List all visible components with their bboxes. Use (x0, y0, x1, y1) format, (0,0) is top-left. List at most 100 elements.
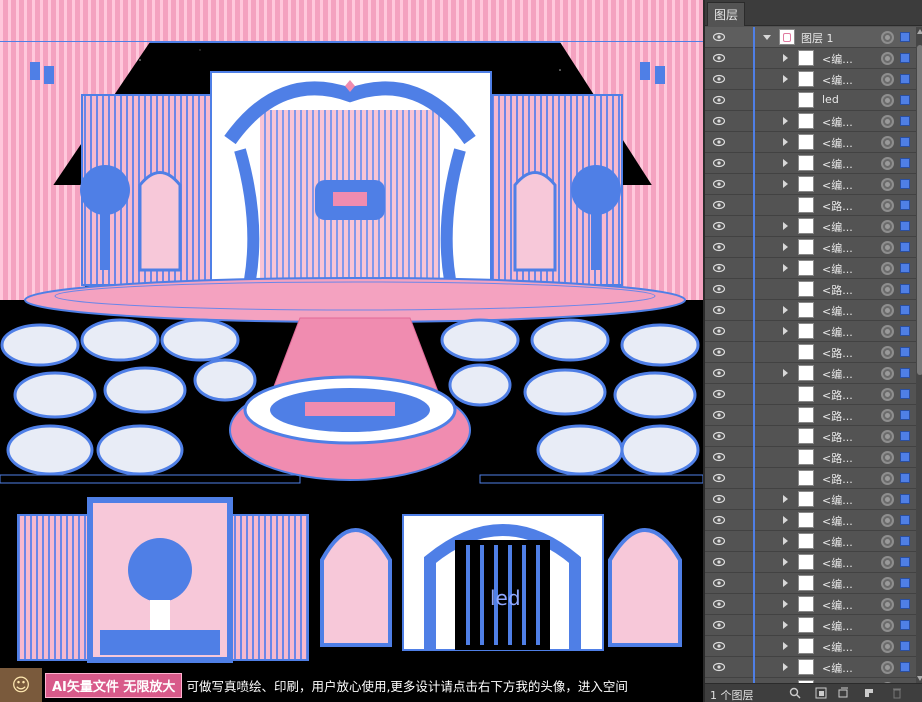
target-circle-icon[interactable] (881, 493, 894, 506)
layer-row[interactable]: <编... (705, 48, 916, 69)
layer-row[interactable]: <编... (705, 300, 916, 321)
expand-triangle-icon[interactable] (783, 558, 788, 566)
target-circle-icon[interactable] (881, 598, 894, 611)
layer-row[interactable]: led (705, 90, 916, 111)
visibility-eye-icon[interactable] (713, 410, 725, 420)
layer-row[interactable]: <编... (705, 69, 916, 90)
target-circle-icon[interactable] (881, 661, 894, 674)
layer-name[interactable]: <编... (822, 240, 853, 256)
visibility-eye-icon[interactable] (713, 137, 725, 147)
target-circle-icon[interactable] (881, 535, 894, 548)
target-circle-icon[interactable] (881, 577, 894, 590)
visibility-eye-icon[interactable] (713, 389, 725, 399)
selection-square-icon[interactable] (900, 431, 910, 441)
selection-square-icon[interactable] (900, 599, 910, 609)
expand-triangle-icon[interactable] (783, 222, 788, 230)
selection-square-icon[interactable] (900, 200, 910, 210)
selection-square-icon[interactable] (900, 263, 910, 273)
layer-row[interactable]: <编... (705, 216, 916, 237)
layer-row[interactable]: <编... (705, 573, 916, 594)
visibility-eye-icon[interactable] (713, 473, 725, 483)
layer-row[interactable]: <路... (705, 384, 916, 405)
layer-name[interactable]: <编... (822, 639, 853, 655)
visibility-eye-icon[interactable] (713, 95, 725, 105)
bottom-left-backdrop[interactable] (17, 497, 309, 663)
selection-square-icon[interactable] (900, 74, 910, 84)
selection-square-icon[interactable] (900, 95, 910, 105)
selection-square-icon[interactable] (900, 410, 910, 420)
visibility-eye-icon[interactable] (713, 515, 725, 525)
layer-name[interactable]: <编... (822, 303, 853, 319)
layer-row-top[interactable]: 图层 1 (705, 27, 916, 48)
layer-row[interactable]: <编... (705, 552, 916, 573)
target-circle-icon[interactable] (881, 388, 894, 401)
target-circle-icon[interactable] (881, 157, 894, 170)
visibility-eye-icon[interactable] (713, 221, 725, 231)
layer-row[interactable]: <路... (705, 405, 916, 426)
visibility-eye-icon[interactable] (713, 32, 725, 42)
scroll-thumb[interactable] (917, 45, 922, 375)
selection-square-icon[interactable] (900, 620, 910, 630)
target-circle-icon[interactable] (881, 94, 894, 107)
layer-name[interactable]: <编... (822, 72, 853, 88)
expand-triangle-icon[interactable] (783, 264, 788, 272)
layer-row[interactable]: <编... (705, 636, 916, 657)
visibility-eye-icon[interactable] (713, 326, 725, 336)
layer-row[interactable]: <路... (705, 447, 916, 468)
target-circle-icon[interactable] (881, 220, 894, 233)
left-flower-ball[interactable] (80, 165, 130, 215)
layer-row[interactable]: <编... (705, 594, 916, 615)
visibility-eye-icon[interactable] (713, 158, 725, 168)
selection-square-icon[interactable] (900, 557, 910, 567)
target-circle-icon[interactable] (881, 199, 894, 212)
selection-square-icon[interactable] (900, 32, 910, 42)
visibility-eye-icon[interactable] (713, 494, 725, 504)
visibility-eye-icon[interactable] (713, 53, 725, 63)
layer-row[interactable]: <编... (705, 615, 916, 636)
visibility-eye-icon[interactable] (713, 641, 725, 651)
layer-name[interactable]: <编... (822, 177, 853, 193)
target-circle-icon[interactable] (881, 178, 894, 191)
target-circle-icon[interactable] (881, 367, 894, 380)
visibility-eye-icon[interactable] (713, 242, 725, 252)
collapse-triangle-icon[interactable] (763, 35, 771, 40)
selection-square-icon[interactable] (900, 368, 910, 378)
new-sublayer-icon[interactable] (837, 687, 849, 699)
selection-square-icon[interactable] (900, 305, 910, 315)
layer-row[interactable]: <编... (705, 258, 916, 279)
layer-name[interactable]: <编... (822, 534, 853, 550)
visibility-eye-icon[interactable] (713, 200, 725, 210)
layer-name[interactable]: <路... (822, 282, 853, 298)
layer-row[interactable]: <编... (705, 237, 916, 258)
layer-name[interactable]: <编... (822, 660, 853, 676)
selection-square-icon[interactable] (900, 578, 910, 588)
layer-list-scrollbar[interactable] (916, 27, 922, 683)
top-valance[interactable] (0, 0, 703, 42)
visibility-eye-icon[interactable] (713, 179, 725, 189)
scroll-up-arrow-icon[interactable] (917, 29, 922, 34)
layer-name[interactable]: <路... (822, 471, 853, 487)
target-circle-icon[interactable] (881, 409, 894, 422)
visibility-eye-icon[interactable] (713, 368, 725, 378)
bottom-right-arch-panel[interactable] (608, 528, 682, 647)
target-circle-icon[interactable] (881, 640, 894, 653)
expand-triangle-icon[interactable] (783, 369, 788, 377)
layer-name[interactable]: led (822, 93, 839, 106)
visibility-eye-icon[interactable] (713, 284, 725, 294)
selection-square-icon[interactable] (900, 53, 910, 63)
layer-row[interactable]: <编... (705, 510, 916, 531)
expand-triangle-icon[interactable] (783, 75, 788, 83)
layer-row[interactable]: <路... (705, 195, 916, 216)
selection-square-icon[interactable] (900, 452, 910, 462)
expand-triangle-icon[interactable] (783, 642, 788, 650)
selection-square-icon[interactable] (900, 347, 910, 357)
selection-square-icon[interactable] (900, 536, 910, 546)
layer-row[interactable]: <编... (705, 321, 916, 342)
target-circle-icon[interactable] (881, 31, 894, 44)
layer-row[interactable]: <编... (705, 132, 916, 153)
selection-square-icon[interactable] (900, 641, 910, 651)
visibility-eye-icon[interactable] (713, 74, 725, 84)
expand-triangle-icon[interactable] (783, 117, 788, 125)
target-circle-icon[interactable] (881, 514, 894, 527)
selection-square-icon[interactable] (900, 284, 910, 294)
